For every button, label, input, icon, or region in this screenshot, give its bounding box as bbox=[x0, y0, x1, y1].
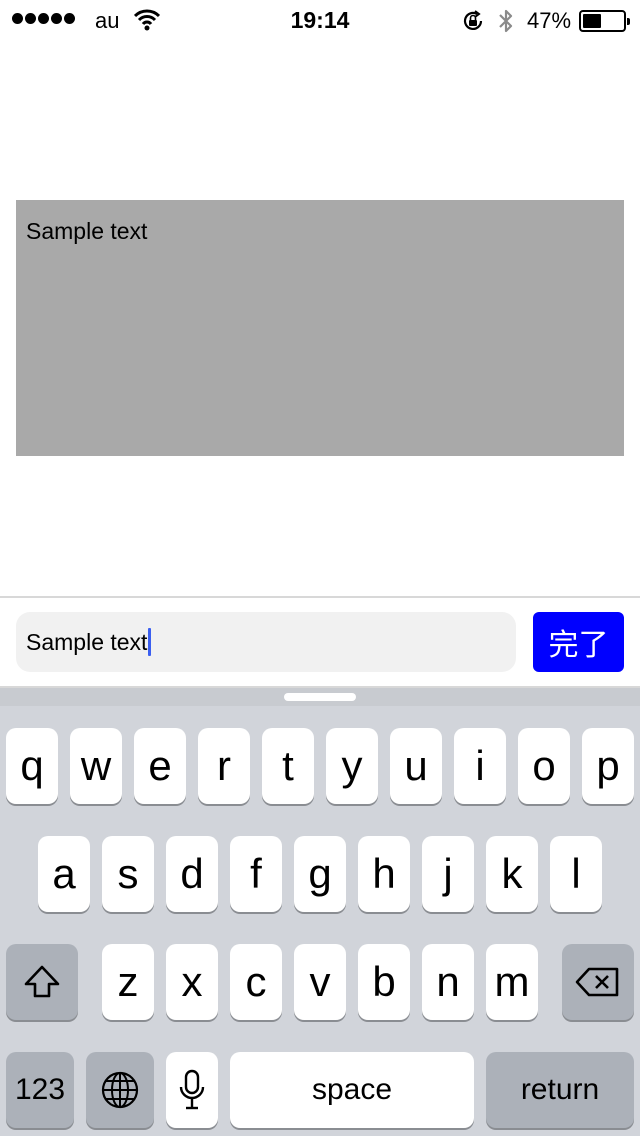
key-c[interactable]: c bbox=[230, 944, 282, 1020]
key-v[interactable]: v bbox=[294, 944, 346, 1020]
text-view[interactable]: Sample text bbox=[16, 200, 624, 456]
key-r[interactable]: r bbox=[198, 728, 250, 804]
key-x[interactable]: x bbox=[166, 944, 218, 1020]
microphone-icon bbox=[179, 1069, 205, 1110]
backspace-key[interactable] bbox=[562, 944, 634, 1020]
key-m[interactable]: m bbox=[486, 944, 538, 1020]
key-z[interactable]: z bbox=[102, 944, 154, 1020]
return-key[interactable]: return bbox=[486, 1052, 634, 1128]
keyboard-top-strip bbox=[0, 688, 640, 706]
key-f[interactable]: f bbox=[230, 836, 282, 912]
key-i[interactable]: i bbox=[454, 728, 506, 804]
done-button[interactable]: 完了 bbox=[533, 612, 624, 672]
key-p[interactable]: p bbox=[582, 728, 634, 804]
text-cursor bbox=[148, 628, 152, 656]
battery-icon bbox=[579, 10, 630, 32]
battery-level bbox=[583, 14, 601, 28]
numbers-key[interactable]: 123 bbox=[6, 1052, 74, 1128]
key-l[interactable]: l bbox=[550, 836, 602, 912]
status-bar: au 19:14 47% bbox=[0, 0, 640, 40]
key-j[interactable]: j bbox=[422, 836, 474, 912]
key-w[interactable]: w bbox=[70, 728, 122, 804]
key-y[interactable]: y bbox=[326, 728, 378, 804]
backspace-icon bbox=[575, 967, 619, 997]
microphone-key[interactable] bbox=[166, 1052, 218, 1128]
text-view-content: Sample text bbox=[26, 218, 148, 244]
key-n[interactable]: n bbox=[422, 944, 474, 1020]
key-u[interactable]: u bbox=[390, 728, 442, 804]
text-field-value: Sample text bbox=[26, 628, 148, 655]
globe-icon bbox=[101, 1071, 139, 1109]
key-g[interactable]: g bbox=[294, 836, 346, 912]
bluetooth-icon bbox=[497, 8, 515, 39]
message-text-field[interactable]: Sample text bbox=[16, 612, 516, 672]
key-t[interactable]: t bbox=[262, 728, 314, 804]
key-a[interactable]: a bbox=[38, 836, 90, 912]
shift-key[interactable] bbox=[6, 944, 78, 1020]
input-accessory-bar: Sample text 完了 bbox=[0, 596, 640, 688]
key-e[interactable]: e bbox=[134, 728, 186, 804]
drag-handle[interactable] bbox=[284, 693, 356, 701]
key-s[interactable]: s bbox=[102, 836, 154, 912]
key-b[interactable]: b bbox=[358, 944, 410, 1020]
key-h[interactable]: h bbox=[358, 836, 410, 912]
rotation-lock-icon bbox=[461, 9, 485, 38]
space-key[interactable]: space bbox=[230, 1052, 474, 1128]
key-o[interactable]: o bbox=[518, 728, 570, 804]
battery-percent: 47% bbox=[527, 8, 572, 33]
shift-icon bbox=[24, 965, 60, 998]
globe-key[interactable] bbox=[86, 1052, 154, 1128]
key-d[interactable]: d bbox=[166, 836, 218, 912]
key-k[interactable]: k bbox=[486, 836, 538, 912]
keyboard: q w e r t y u i o p a s d f g h j k l z … bbox=[0, 688, 640, 1136]
key-q[interactable]: q bbox=[6, 728, 58, 804]
